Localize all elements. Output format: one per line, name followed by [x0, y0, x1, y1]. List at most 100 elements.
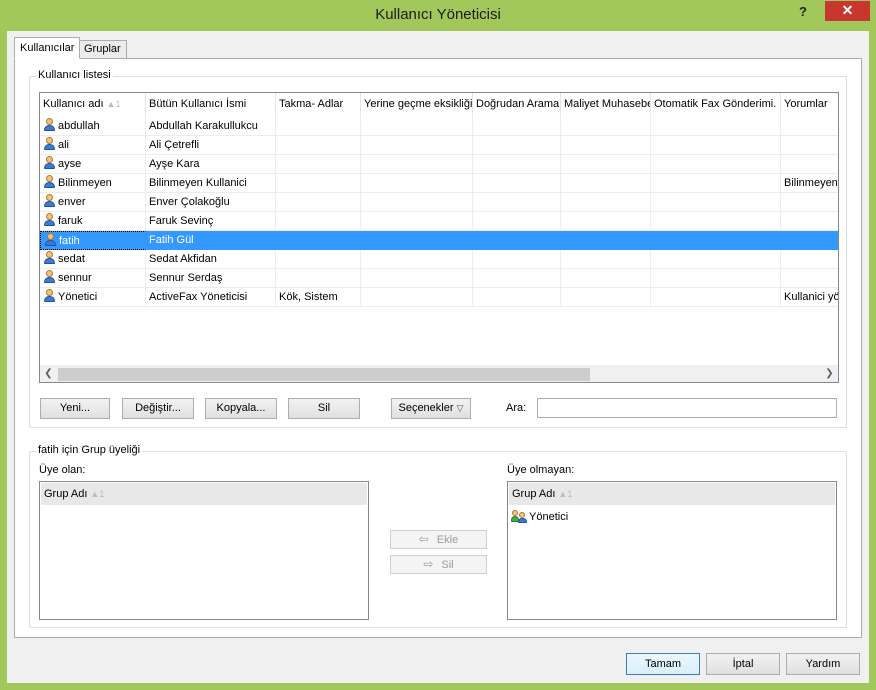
- chevron-down-icon: ▽: [456, 403, 464, 413]
- user-group-icon: [511, 509, 527, 523]
- column-header-direct-dial[interactable]: Doğrudan Arama: [473, 93, 561, 116]
- table-cell: Kullanici yön: [781, 288, 838, 307]
- table-cell: Bilinmeyen Kullanici: [146, 174, 276, 193]
- column-header-substitute[interactable]: Yerine geçme eksikliği: [361, 93, 473, 116]
- user-icon: [43, 270, 56, 283]
- column-header-comments[interactable]: Yorumlar: [781, 93, 838, 116]
- member-column-header[interactable]: Grup Adı ▲1: [41, 483, 367, 505]
- copy-user-button[interactable]: Kopyala...: [205, 398, 277, 419]
- table-cell: [561, 288, 651, 307]
- table-row[interactable]: faruk Faruk Sevinç: [40, 212, 838, 231]
- table-cell: [561, 231, 651, 250]
- table-cell: [473, 250, 561, 269]
- table-row[interactable]: fatih Fatih Gül: [40, 231, 838, 250]
- table-cell: [651, 212, 781, 231]
- table-cell: [651, 117, 781, 136]
- table-cell: Ayşe Kara: [146, 155, 276, 174]
- user-icon: [43, 289, 56, 302]
- scroll-left-icon[interactable]: ❮: [40, 366, 57, 382]
- nonmember-groups-list[interactable]: Grup Adı ▲1 Yönetici: [507, 481, 837, 620]
- column-header-auto-fax[interactable]: Otomatik Fax Gönderimi.: [651, 93, 781, 116]
- options-dropdown[interactable]: Seçenekler ▽: [391, 398, 471, 419]
- column-header-cost-accounting[interactable]: Maliyet Muhasebe: [561, 93, 651, 116]
- table-cell: [276, 155, 361, 174]
- sort-ascending-icon: ▲1: [90, 489, 105, 499]
- table-cell: Yönetici: [40, 288, 146, 307]
- nonmember-label: Üye olmayan:: [507, 464, 575, 476]
- column-header-username[interactable]: Kullanıcı adı ▲1: [40, 93, 146, 116]
- table-row[interactable]: sedat Sedat Akfidan: [40, 250, 838, 269]
- table-cell: [473, 174, 561, 193]
- member-groups-list[interactable]: Grup Adı ▲1: [39, 481, 369, 620]
- column-header-alias[interactable]: Takma- Adlar: [276, 93, 361, 116]
- table-cell: [561, 136, 651, 155]
- table-cell: [473, 231, 561, 250]
- table-cell: [561, 193, 651, 212]
- close-button[interactable]: ✕: [825, 1, 870, 21]
- table-cell: [361, 288, 473, 307]
- user-list-group: Kullanıcı listesi Kullanıcı adı ▲1 Bütün …: [29, 69, 847, 428]
- table-cell: [651, 269, 781, 288]
- table-cell: Sennur Serdaş: [146, 269, 276, 288]
- table-row[interactable]: ali Ali Çetrefli: [40, 136, 838, 155]
- add-to-group-button[interactable]: ⇦ Ekle: [390, 530, 487, 549]
- table-cell: Bilinmeyen k: [781, 174, 838, 193]
- user-icon: [43, 156, 56, 169]
- edit-user-button[interactable]: Değiştir...: [122, 398, 194, 419]
- table-row[interactable]: ayse Ayşe Kara: [40, 155, 838, 174]
- search-input[interactable]: [537, 398, 837, 418]
- help-icon[interactable]: ?: [790, 3, 816, 23]
- table-cell: abdullah: [40, 117, 146, 136]
- member-label: Üye olan:: [39, 464, 86, 476]
- table-cell: Ali Çetrefli: [146, 136, 276, 155]
- table-cell: [561, 174, 651, 193]
- table-cell: [276, 193, 361, 212]
- ok-button[interactable]: Tamam: [626, 653, 700, 675]
- user-list[interactable]: Kullanıcı adı ▲1 Bütün Kullanıcı İsmi Tak…: [39, 92, 839, 383]
- user-icon: [43, 118, 56, 131]
- table-cell: [781, 269, 838, 288]
- table-cell: Kök, Sistem: [276, 288, 361, 307]
- user-icon: [43, 137, 56, 150]
- column-header-fullname[interactable]: Bütün Kullanıcı İsmi: [146, 93, 276, 116]
- title-bar[interactable]: Kullanıcı Yöneticisi ? ✕: [0, 0, 876, 30]
- help-button[interactable]: Yardım: [786, 653, 860, 675]
- arrow-left-icon: ⇦: [418, 532, 429, 546]
- table-cell: [781, 250, 838, 269]
- group-membership-label: fatih için Grup üyeliği: [36, 444, 143, 456]
- table-row[interactable]: Yönetici ActiveFax Yöneticisi Kök, Sistem K…: [40, 288, 838, 307]
- table-row[interactable]: enver Enver Çolakoğlu: [40, 193, 838, 212]
- window-title: Kullanıcı Yöneticisi: [375, 6, 501, 23]
- cancel-button[interactable]: İptal: [706, 653, 780, 675]
- table-row[interactable]: Bilinmeyen Bilinmeyen Kullanici Bilinmeyen…: [40, 174, 838, 193]
- list-item[interactable]: Yönetici: [511, 509, 568, 527]
- user-manager-window: Kullanıcı Yöneticisi ? ✕ Kullanıcılar Gr…: [0, 0, 876, 690]
- table-row[interactable]: abdullah Abdullah Karakullukcu: [40, 117, 838, 136]
- remove-from-group-button[interactable]: ⇨ Sil: [390, 555, 487, 574]
- nonmember-column-header[interactable]: Grup Adı ▲1: [509, 483, 835, 505]
- table-row[interactable]: sennur Sennur Serdaş: [40, 269, 838, 288]
- scrollbar-thumb[interactable]: [58, 368, 590, 381]
- sort-ascending-icon: ▲1: [558, 489, 573, 499]
- table-cell: [276, 174, 361, 193]
- table-cell: [473, 136, 561, 155]
- tab-users[interactable]: Kullanıcılar: [14, 37, 81, 59]
- table-cell: [651, 288, 781, 307]
- table-cell: [276, 117, 361, 136]
- table-cell: [361, 174, 473, 193]
- group-membership-group: fatih için Grup üyeliği Üye olan: Grup A…: [29, 444, 847, 628]
- table-cell: [276, 136, 361, 155]
- new-user-button[interactable]: Yeni...: [40, 398, 110, 419]
- user-icon: [44, 233, 57, 246]
- user-list-group-label: Kullanıcı listesi: [36, 69, 113, 81]
- table-cell: [361, 155, 473, 174]
- delete-user-button[interactable]: Sil: [288, 398, 360, 419]
- search-label: Ara:: [506, 402, 527, 414]
- table-cell: [473, 288, 561, 307]
- tab-groups[interactable]: Gruplar: [78, 40, 127, 59]
- horizontal-scrollbar[interactable]: ❮ ❯: [40, 365, 838, 382]
- table-cell: [651, 193, 781, 212]
- table-cell: [276, 250, 361, 269]
- table-cell: [276, 231, 361, 250]
- scroll-right-icon[interactable]: ❯: [821, 366, 838, 382]
